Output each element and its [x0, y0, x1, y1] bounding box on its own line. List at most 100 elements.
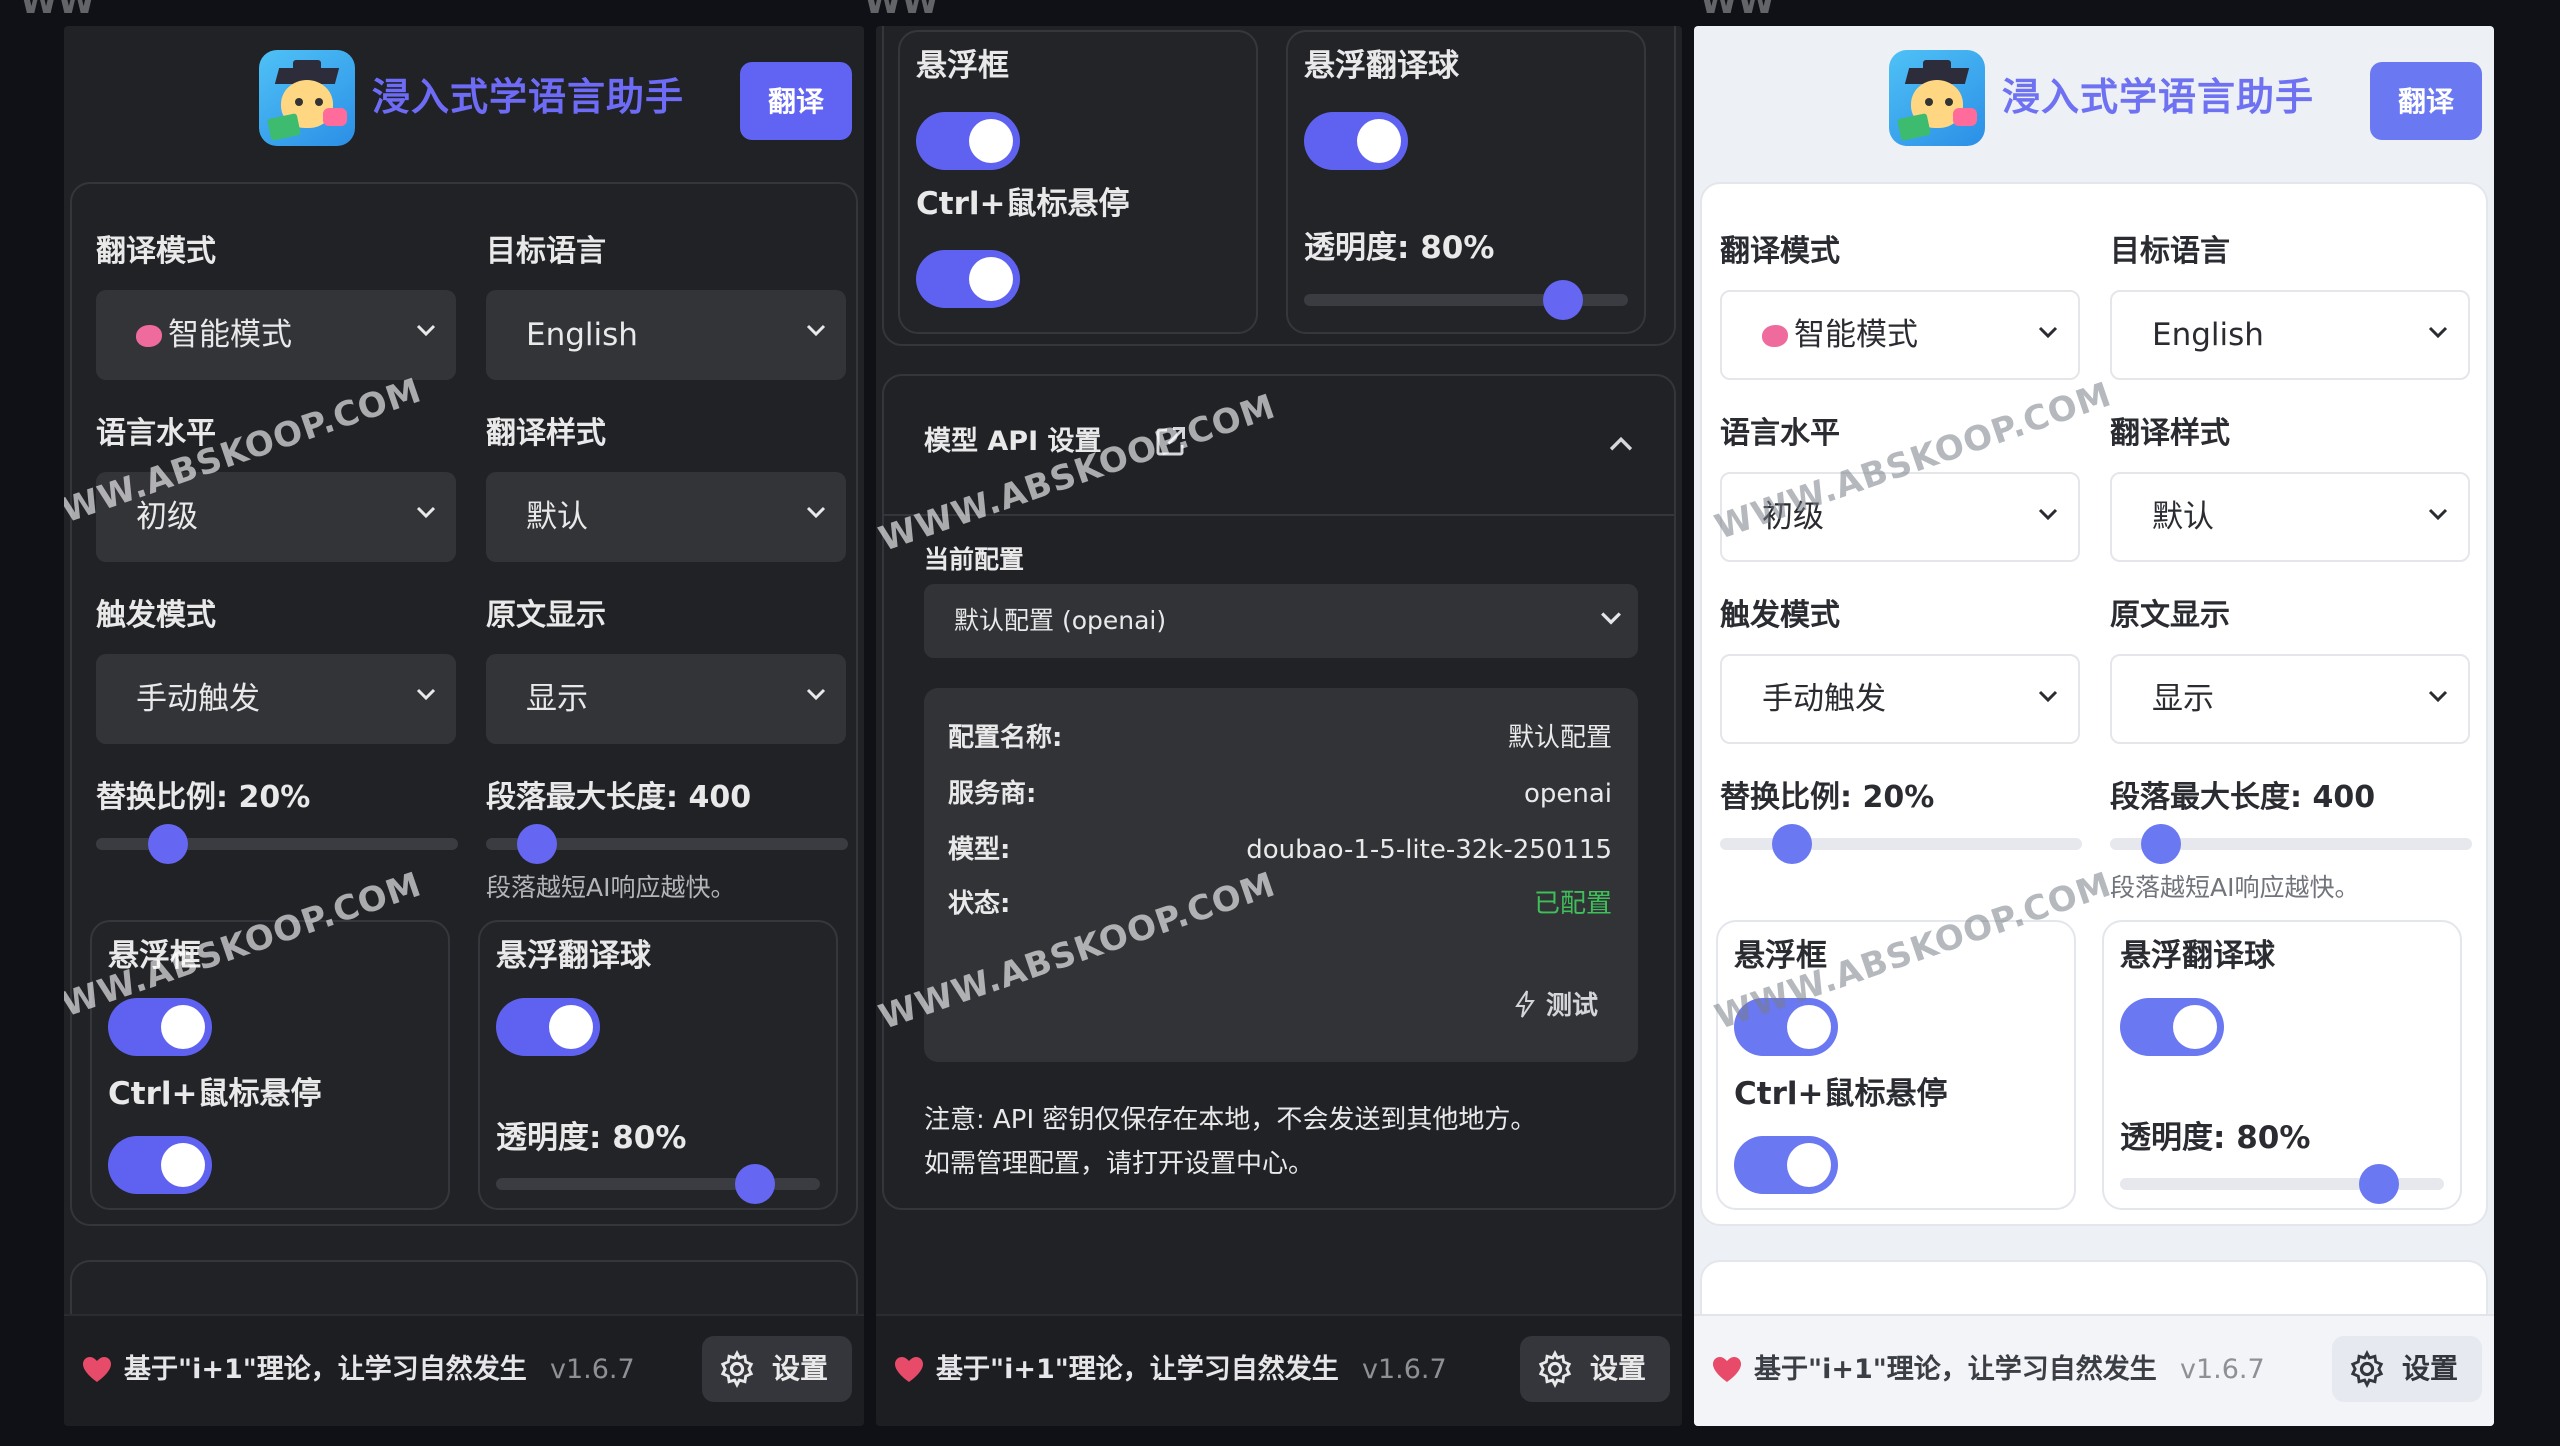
trigger-mode-select[interactable]: 手动触发: [96, 654, 456, 744]
footer-slogan: 基于"i+1"理论，让学习自然发生: [936, 1354, 1339, 1385]
translation-mode-select[interactable]: 智能模式: [96, 290, 456, 380]
slider-thumb[interactable]: [2359, 1164, 2400, 1204]
target-language-label: 目标语言: [486, 234, 606, 269]
language-level-select[interactable]: 初级: [96, 472, 456, 562]
floating-box-toggle[interactable]: [916, 112, 1020, 170]
max-length-hint: 段落越短AI响应越快。: [2110, 873, 2360, 902]
language-level-select[interactable]: 初级: [1720, 472, 2080, 562]
test-button[interactable]: 测试: [1514, 982, 1598, 1028]
floating-box-title: 悬浮框: [1734, 938, 1827, 974]
floating-ball-toggle[interactable]: [1304, 112, 1408, 170]
chevron-down-icon: [2030, 474, 2066, 560]
app-title: 浸入式学语言助手: [2002, 75, 2315, 119]
watermark-corner: WW: [1700, 0, 1776, 22]
bolt-icon: [1515, 990, 1535, 1018]
settings-card: 翻译模式 目标语言 智能模式 English 语言水平 翻译样式 初级 默认 触…: [70, 182, 858, 1226]
current-config-label: 当前配置: [924, 545, 1025, 574]
status-badge: 已配置: [1533, 889, 1612, 919]
settings-button[interactable]: 设置: [702, 1336, 852, 1402]
max-length-hint: 段落越短AI响应越快。: [486, 873, 736, 902]
ctrl-hover-toggle[interactable]: [1734, 1136, 1838, 1194]
replace-ratio-label: 替换比例: 20%: [1720, 780, 1935, 815]
opacity-slider[interactable]: [1304, 280, 1628, 320]
config-row: 模型: doubao-1-5-lite-32k-250115: [948, 835, 1612, 865]
original-display-label: 原文显示: [2110, 598, 2230, 633]
floating-ball-toggle[interactable]: [2120, 998, 2224, 1056]
external-link-icon[interactable]: [1152, 424, 1188, 460]
translation-style-select[interactable]: 默认: [486, 472, 846, 562]
slider-thumb[interactable]: [2140, 824, 2181, 864]
target-language-select[interactable]: English: [2110, 290, 2470, 380]
popup-dark: 浸入式学语言助手 翻译 翻译模式 目标语言 智能模式 English 语言水平 …: [64, 26, 864, 1426]
replace-ratio-slider[interactable]: [96, 824, 458, 864]
popup-light: 浸入式学语言助手 翻译 翻译模式 目标语言 智能模式 English 语言水平 …: [1694, 26, 2494, 1426]
screenshot-stage: WW WW WW 浸入式学语言助手 翻译 翻译模式 目标语言 智能模式 Engl…: [0, 0, 2560, 1446]
target-language-select[interactable]: English: [486, 290, 846, 380]
floating-ball-title: 悬浮翻译球: [496, 938, 651, 974]
max-length-label: 段落最大长度: 400: [486, 780, 752, 815]
popup-header: 浸入式学语言助手 翻译: [64, 26, 864, 176]
translate-button[interactable]: 翻译: [740, 62, 852, 140]
translation-mode-select[interactable]: 智能模式: [1720, 290, 2080, 380]
original-display-select[interactable]: 显示: [2110, 654, 2470, 744]
settings-button[interactable]: 设置: [1520, 1336, 1670, 1402]
replace-ratio-slider[interactable]: [1720, 824, 2082, 864]
chevron-down-icon: [798, 654, 834, 744]
api-settings-title: 模型 API 设置: [924, 426, 1102, 457]
language-level-label: 语言水平: [1720, 416, 1840, 451]
original-display-label: 原文显示: [486, 598, 606, 633]
heart-icon: [83, 1357, 111, 1382]
ctrl-hover-toggle[interactable]: [108, 1136, 212, 1194]
gear-icon: [2350, 1350, 2384, 1388]
api-note-line1: 注意: API 密钥仅保存在本地，不会发送到其他地方。: [924, 1105, 1537, 1135]
floating-box-toggle[interactable]: [1734, 998, 1838, 1056]
chevron-down-icon: [798, 472, 834, 562]
config-details: 配置名称: 默认配置 服务商: openai 模型: doubao-1-5-lite-…: [924, 688, 1638, 1062]
max-length-slider[interactable]: [486, 824, 848, 864]
api-settings-card: 模型 API 设置 当前配置 默认配置 (openai) 配置名称: 默认配置 服…: [882, 374, 1676, 1210]
floating-ball-title: 悬浮翻译球: [2120, 938, 2275, 974]
floating-ball-card: 悬浮翻译球 透明度: 80%: [1286, 30, 1646, 334]
floating-box-toggle[interactable]: [108, 998, 212, 1056]
trigger-mode-select[interactable]: 手动触发: [1720, 654, 2080, 744]
ctrl-hover-toggle[interactable]: [916, 250, 1020, 308]
slider-thumb[interactable]: [735, 1164, 776, 1204]
opacity-slider[interactable]: [496, 1164, 820, 1204]
api-note-line2: 如需管理配置，请打开设置中心。: [924, 1149, 1315, 1179]
floating-box-title: 悬浮框: [108, 938, 201, 974]
slider-thumb[interactable]: [1772, 824, 1813, 864]
settings-button[interactable]: 设置: [2332, 1336, 2482, 1402]
chevron-up-icon[interactable]: [1604, 428, 1638, 462]
brain-icon: [136, 325, 162, 347]
footer: 基于"i+1"理论，让学习自然发生 v1.6.7 设置: [1694, 1314, 2494, 1426]
api-settings-header[interactable]: 模型 API 设置: [884, 376, 1674, 516]
settings-card: 翻译模式 目标语言 智能模式 English 语言水平 翻译样式 初级 默认 触…: [1700, 182, 2488, 1226]
version-label: v1.6.7: [2180, 1354, 2265, 1385]
config-row: 服务商: openai: [948, 779, 1612, 809]
opacity-slider[interactable]: [2120, 1164, 2444, 1204]
translation-style-label: 翻译样式: [2110, 416, 2230, 451]
app-logo-icon: [1889, 50, 1985, 146]
floating-box-card: 悬浮框 Ctrl+鼠标悬停: [898, 30, 1258, 334]
chevron-down-icon: [2420, 656, 2456, 742]
chevron-down-icon: [408, 654, 444, 744]
translate-button[interactable]: 翻译: [2370, 62, 2482, 140]
version-label: v1.6.7: [1362, 1354, 1447, 1385]
slider-thumb[interactable]: [516, 824, 557, 864]
config-select[interactable]: 默认配置 (openai): [924, 584, 1638, 658]
popup-dark-scrolled: 悬浮框 Ctrl+鼠标悬停 悬浮翻译球 透明度: 80% 模型 API 设置 当…: [876, 26, 1682, 1426]
slider-thumb[interactable]: [148, 824, 189, 864]
slider-thumb[interactable]: [1543, 280, 1584, 320]
opacity-label: 透明度: 80%: [1304, 230, 1495, 266]
ctrl-hover-label: Ctrl+鼠标悬停: [916, 186, 1130, 222]
footer: 基于"i+1"理论，让学习自然发生 v1.6.7 设置: [876, 1314, 1682, 1426]
translation-style-select[interactable]: 默认: [2110, 472, 2470, 562]
floating-ball-toggle[interactable]: [496, 998, 600, 1056]
app-logo-icon: [259, 50, 355, 146]
original-display-select[interactable]: 显示: [486, 654, 846, 744]
max-length-slider[interactable]: [2110, 824, 2472, 864]
popup-header: 浸入式学语言助手 翻译: [1694, 26, 2494, 176]
ctrl-hover-label: Ctrl+鼠标悬停: [108, 1076, 322, 1112]
floating-ball-title: 悬浮翻译球: [1304, 48, 1459, 84]
gear-icon: [720, 1350, 754, 1388]
